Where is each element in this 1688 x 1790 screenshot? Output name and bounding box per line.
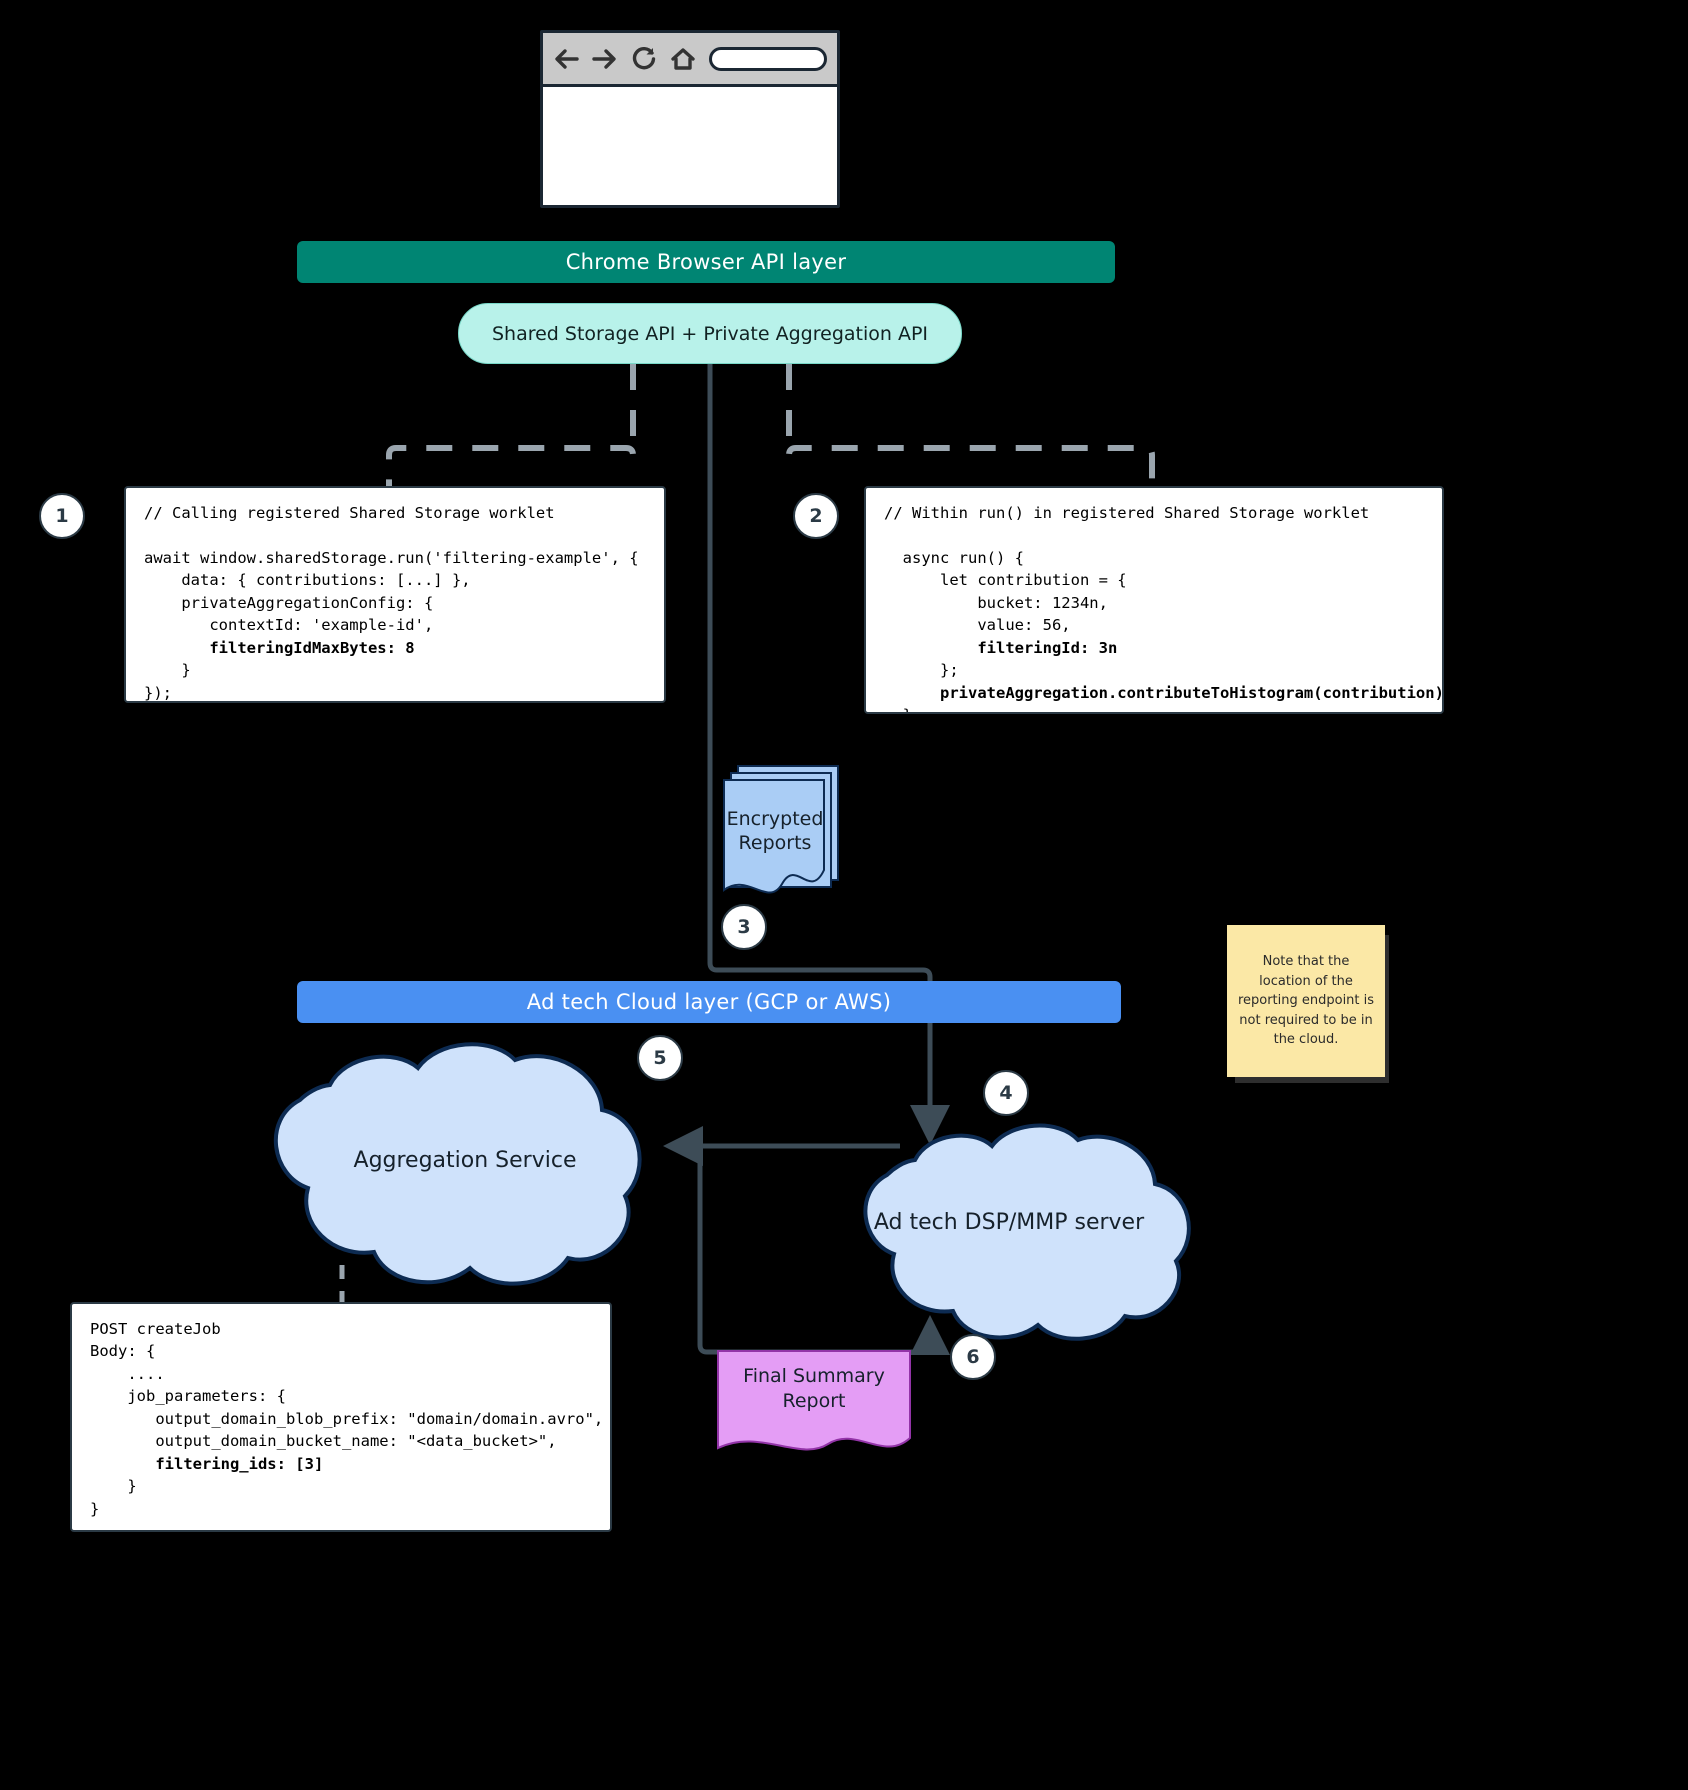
- adtech-cloud-layer-bar: Ad tech Cloud layer (GCP or AWS): [297, 981, 1121, 1023]
- code-block-worklet-run: // Within run() in registered Shared Sto…: [864, 486, 1444, 714]
- code-line: privateAggregationConfig: {: [144, 593, 434, 612]
- step-badge-4: 4: [983, 1070, 1029, 1116]
- code-line: await window.sharedStorage.run('filterin…: [144, 548, 639, 567]
- code-line: privateAggregation.contributeToHistogram…: [884, 683, 1444, 702]
- aggregation-service-label: Aggregation Service: [353, 1148, 577, 1173]
- main-flow-connector: [707, 364, 950, 1145]
- final-summary-report-label-line2: Report: [782, 1389, 846, 1412]
- code-line: filtering_ids: [3]: [90, 1454, 324, 1473]
- code-line: filteringIdMaxBytes: 8: [144, 638, 415, 657]
- step-badge-3-label: 3: [737, 916, 751, 938]
- chrome-browser-api-layer-bar: Chrome Browser API layer: [297, 241, 1115, 283]
- encrypted-reports-label-line1: Encrypted: [726, 808, 824, 830]
- code-line: data: { contributions: [...] },: [144, 571, 471, 590]
- step-badge-4-label: 4: [999, 1082, 1013, 1104]
- step-badge-2-label: 2: [809, 505, 823, 527]
- code-line: Body: {: [90, 1342, 156, 1361]
- step-badge-5-label: 5: [653, 1047, 667, 1069]
- code-line: filteringId: 3n: [884, 638, 1118, 657]
- final-summary-report-label: Final Summary Report: [718, 1364, 910, 1413]
- encrypted-reports-label: Encrypted Reports: [718, 808, 832, 856]
- code-line: bucket: 1234n,: [884, 593, 1108, 612]
- code-line: // Calling registered Shared Storage wor…: [144, 504, 555, 522]
- forward-arrow-icon[interactable]: [592, 48, 618, 70]
- code-line: value: 56,: [884, 616, 1071, 635]
- url-input[interactable]: [709, 46, 827, 71]
- code-line: ....: [90, 1364, 165, 1383]
- adtech-dsp-server-label: Ad tech DSP/MMP server: [873, 1210, 1145, 1235]
- code-line: // Within run() in registered Shared Sto…: [884, 504, 1370, 522]
- encrypted-reports-label-line2: Reports: [738, 831, 812, 854]
- sticky-note-shadow: [1215, 1075, 1385, 1091]
- chrome-api-layer-label: Chrome Browser API layer: [565, 250, 847, 274]
- code-line: contextId: 'example-id',: [144, 616, 434, 635]
- code-line: output_domain_blob_prefix: "domain/domai…: [90, 1409, 604, 1428]
- sticky-note-text: Note that the location of the reporting …: [1237, 954, 1375, 1048]
- browser-viewport: [543, 87, 837, 205]
- step-badge-1: 1: [39, 493, 85, 539]
- code-line: };: [884, 661, 959, 680]
- code-line: }: [884, 706, 912, 712]
- adtech-cloud-layer-label: Ad tech Cloud layer (GCP or AWS): [526, 990, 892, 1014]
- home-icon[interactable]: [670, 47, 696, 71]
- code-line: }: [144, 661, 191, 680]
- back-arrow-icon[interactable]: [553, 48, 579, 70]
- code-line: job_parameters: {: [90, 1387, 286, 1406]
- sticky-note: Note that the location of the reporting …: [1227, 925, 1385, 1077]
- step-badge-5: 5: [637, 1035, 683, 1081]
- dashed-connector-to-code-2: [786, 364, 1155, 486]
- code-line: let contribution = {: [884, 571, 1127, 590]
- code-line: POST createJob: [90, 1320, 221, 1338]
- shared-storage-api-label: Shared Storage API + Private Aggregation…: [491, 322, 929, 345]
- code-block-calling-worklet: // Calling registered Shared Storage wor…: [124, 486, 666, 703]
- step-badge-1-label: 1: [55, 505, 69, 527]
- aggregation-return-connector: [697, 1150, 950, 1355]
- code-line: });: [144, 683, 172, 702]
- step-badge-6: 6: [950, 1334, 996, 1380]
- reload-icon[interactable]: [631, 46, 657, 71]
- code-block-create-job: POST createJob Body: { .... job_paramete…: [70, 1302, 612, 1532]
- diagram-canvas: Chrome Browser API layer Shared Storage …: [0, 0, 1688, 1790]
- browser-window: [540, 30, 840, 208]
- browser-toolbar: [543, 33, 837, 87]
- code-line: }: [90, 1477, 137, 1496]
- dashed-connector-to-code-1: [386, 364, 636, 486]
- final-summary-report-label-line1: Final Summary: [743, 1365, 885, 1387]
- code-line: output_domain_bucket_name: "<data_bucket…: [90, 1432, 557, 1451]
- code-line: async run() {: [884, 548, 1024, 567]
- step-badge-2: 2: [793, 493, 839, 539]
- shared-storage-api-capsule: Shared Storage API + Private Aggregation…: [458, 303, 962, 364]
- code-line: }: [90, 1499, 100, 1518]
- step-badge-3: 3: [721, 904, 767, 950]
- step-badge-6-label: 6: [966, 1346, 980, 1368]
